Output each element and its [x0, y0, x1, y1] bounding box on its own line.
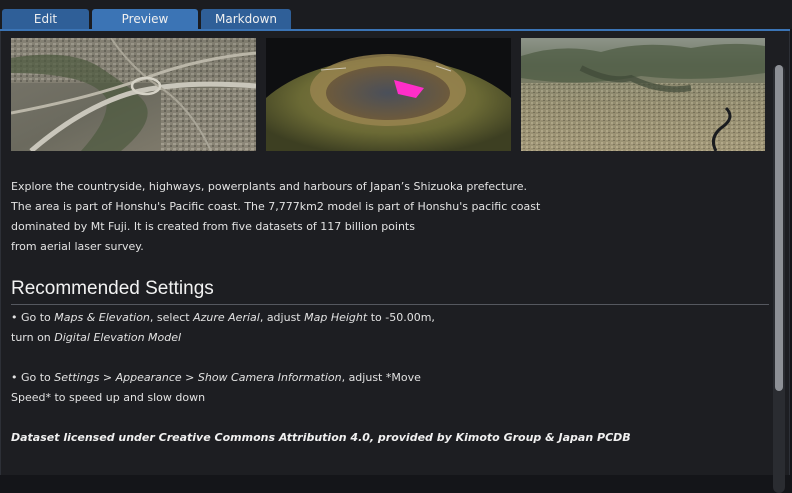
tab-preview-markdown[interactable]: Preview Markdown: [92, 9, 198, 46]
step-2-line-1: • Go to Settings > Appearance > Show Cam…: [11, 371, 421, 384]
menu-name: Maps & Elevation: [54, 311, 150, 324]
tab-bar: Edit Markdown Preview Markdown Markdown …: [0, 0, 792, 46]
settings-step-1: • Go to Maps & Elevation, select Azure A…: [11, 308, 711, 348]
scrollbar-thumb[interactable]: [775, 65, 783, 391]
markdown-preview-panel: Explore the countryside, highways, power…: [0, 31, 790, 493]
description-paragraph: Explore the countryside, highways, power…: [11, 177, 611, 257]
settings-path: Settings > Appearance > Show Camera Info…: [54, 371, 342, 384]
description-line: The area is part of Honshu's Pacific coa…: [11, 200, 541, 213]
highway-aerial-image: [11, 38, 256, 151]
settings-step-2: • Go to Settings > Appearance > Show Cam…: [11, 368, 711, 408]
vertical-scrollbar[interactable]: [773, 65, 785, 493]
description-line: from aerial laser survey.: [11, 240, 144, 253]
layer-name: Azure Aerial: [193, 311, 260, 324]
license-notice: Dataset licensed under Creative Commons …: [11, 431, 631, 444]
landscape-aerial-image: [521, 38, 765, 151]
step-1-line-2: turn on Digital Elevation Model: [11, 331, 182, 344]
image-gallery: [11, 38, 765, 151]
crater-aerial-image: [266, 38, 511, 151]
step-2-line-2: Speed* to speed up and slow down: [11, 391, 206, 404]
tab-markdown-help[interactable]: Markdown Help: [201, 9, 291, 46]
param-name: Map Height: [304, 311, 368, 324]
tab-edit-markdown[interactable]: Edit Markdown: [2, 9, 89, 46]
section-divider: [11, 304, 769, 305]
step-1-line-1: • Go to Maps & Elevation, select Azure A…: [11, 311, 435, 324]
preview-content: Explore the countryside, highways, power…: [11, 38, 769, 475]
description-line: Explore the countryside, highways, power…: [11, 180, 527, 193]
description-line: dominated by Mt Fuji. It is created from…: [11, 220, 415, 233]
option-name: Digital Elevation Model: [54, 331, 182, 344]
section-heading: Recommended Settings: [11, 278, 214, 299]
